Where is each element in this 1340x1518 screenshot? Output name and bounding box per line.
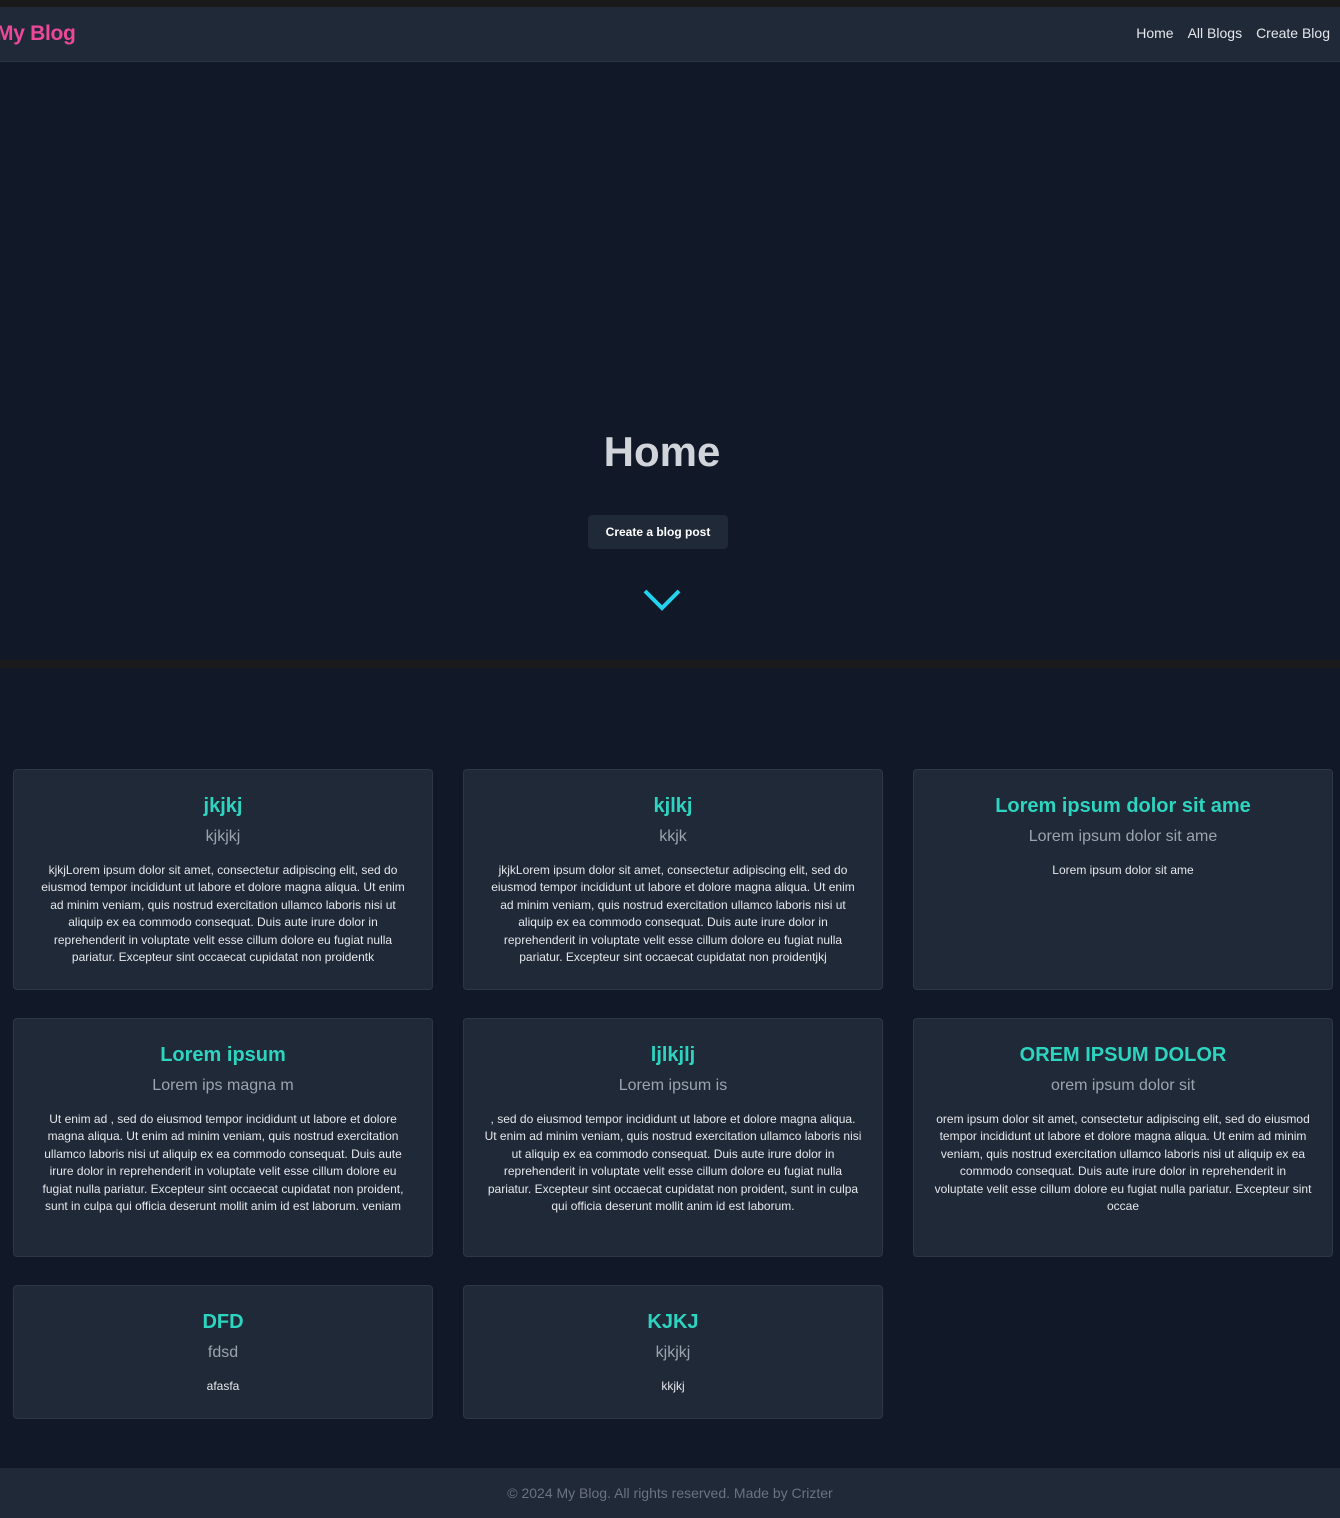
card-body: jkjkLorem ipsum dolor sit amet, consecte… [491, 863, 855, 965]
blog-posts-grid: jkjkj kjkjkj kjkjLorem ipsum dolor sit a… [0, 668, 1340, 1468]
nav-all-blogs-link[interactable]: All Blogs [1188, 25, 1242, 41]
card-title: ljlkjlj [650, 1044, 696, 1066]
page-title: Home [603, 428, 721, 475]
card-body: orem ipsum dolor sit amet, consectetur a… [934, 1112, 1312, 1214]
card-title: Lorem ipsum dolor sit ame [995, 795, 1251, 817]
section-divider [0, 660, 1340, 668]
brand-logo[interactable]: My Blog [0, 22, 76, 46]
card-body: kkjkj [661, 1379, 685, 1393]
blog-card[interactable]: ljlkjlj Lorem ipsum is , sed do eiusmod … [463, 1018, 883, 1257]
card-body: kjkjLorem ipsum dolor sit amet, consecte… [41, 863, 405, 965]
blog-card[interactable]: KJKJ kjkjkj kkjkj [463, 1285, 883, 1419]
nav-home-link[interactable]: Home [1136, 25, 1173, 41]
create-blog-post-button[interactable]: Create a blog post [588, 515, 728, 549]
card-body: Lorem ipsum dolor sit ame [1052, 863, 1194, 877]
card-title: jkjkj [203, 795, 243, 817]
blog-card[interactable]: jkjkj kjkjkj kjkjLorem ipsum dolor sit a… [13, 769, 433, 990]
navbar: My Blog Home All Blogs Create Blog [0, 7, 1340, 62]
blog-card[interactable]: Lorem ipsum Lorem ips magna m Ut enim ad… [13, 1018, 433, 1257]
card-subtitle: kjkjkj [205, 828, 241, 845]
card-subtitle: fdsd [207, 1344, 239, 1361]
blog-card[interactable]: Lorem ipsum dolor sit ame Lorem ipsum do… [913, 769, 1333, 990]
card-title: Lorem ipsum [160, 1044, 286, 1066]
card-subtitle: kkjk [659, 828, 687, 845]
card-subtitle: Lorem ips magna m [152, 1077, 294, 1094]
hero-section: Home Create a blog post [0, 62, 1340, 660]
card-title: kjlkj [653, 795, 693, 817]
blog-card[interactable]: DFD fdsd afasfa [13, 1285, 433, 1419]
card-title: KJKJ [647, 1311, 699, 1333]
chevron-down-icon[interactable] [642, 588, 682, 612]
card-title: DFD [202, 1311, 244, 1333]
window-top-strip [0, 0, 1340, 7]
blog-card[interactable]: OREM IPSUM DOLOR orem ipsum dolor sit or… [913, 1018, 1333, 1257]
card-body: , sed do eiusmod tempor incididunt ut la… [484, 1112, 862, 1214]
card-body: Ut enim ad , sed do eiusmod tempor incid… [42, 1112, 404, 1214]
card-subtitle: orem ipsum dolor sit [1050, 1077, 1196, 1094]
card-subtitle: Lorem ipsum dolor sit ame [1028, 828, 1218, 845]
footer-copyright: © 2024 My Blog. All rights reserved. Mad… [507, 1485, 833, 1501]
footer: © 2024 My Blog. All rights reserved. Mad… [0, 1468, 1340, 1518]
card-subtitle: kjkjkj [655, 1344, 691, 1361]
card-body: afasfa [206, 1379, 240, 1393]
card-subtitle: Lorem ipsum is [618, 1077, 728, 1094]
card-title: OREM IPSUM DOLOR [1019, 1044, 1227, 1066]
nav-create-blog-link[interactable]: Create Blog [1256, 25, 1330, 41]
nav-links: Home All Blogs Create Blog [1136, 25, 1330, 41]
blog-card[interactable]: kjlkj kkjk jkjkLorem ipsum dolor sit ame… [463, 769, 883, 990]
